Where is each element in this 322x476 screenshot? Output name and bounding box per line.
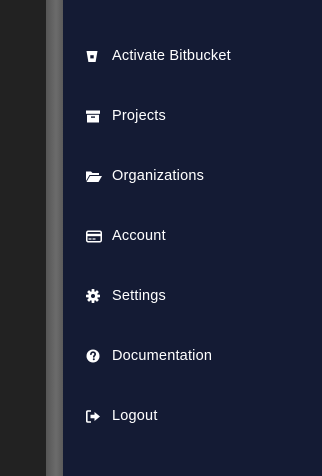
question-circle-icon — [86, 348, 104, 364]
background-overlay — [0, 0, 46, 476]
sign-out-icon — [86, 408, 104, 424]
menu-item-label: Projects — [112, 108, 166, 124]
menu-item-label: Logout — [112, 408, 158, 424]
side-menu-panel: Activate Bitbucket Projects Organization… — [63, 0, 322, 476]
menu-item-label: Documentation — [112, 348, 213, 364]
menu-item-label: Activate Bitbucket — [112, 48, 231, 64]
menu-item-settings[interactable]: Settings — [63, 266, 322, 326]
menu-item-activate-bitbucket[interactable]: Activate Bitbucket — [63, 26, 322, 86]
side-menu: Activate Bitbucket Projects Organization… — [63, 26, 322, 446]
menu-item-organizations[interactable]: Organizations — [63, 146, 322, 206]
menu-item-label: Organizations — [112, 168, 205, 184]
panel-edge-shadow — [46, 0, 63, 476]
gear-icon — [86, 288, 104, 304]
menu-item-account[interactable]: Account — [63, 206, 322, 266]
folder-open-icon — [86, 168, 104, 184]
menu-item-projects[interactable]: Projects — [63, 86, 322, 146]
archive-box-icon — [86, 108, 104, 124]
bitbucket-icon — [86, 48, 104, 64]
credit-card-icon — [86, 228, 104, 244]
menu-item-label: Account — [112, 228, 166, 244]
menu-item-label: Settings — [112, 288, 166, 304]
menu-item-logout[interactable]: Logout — [63, 386, 322, 446]
menu-item-documentation[interactable]: Documentation — [63, 326, 322, 386]
